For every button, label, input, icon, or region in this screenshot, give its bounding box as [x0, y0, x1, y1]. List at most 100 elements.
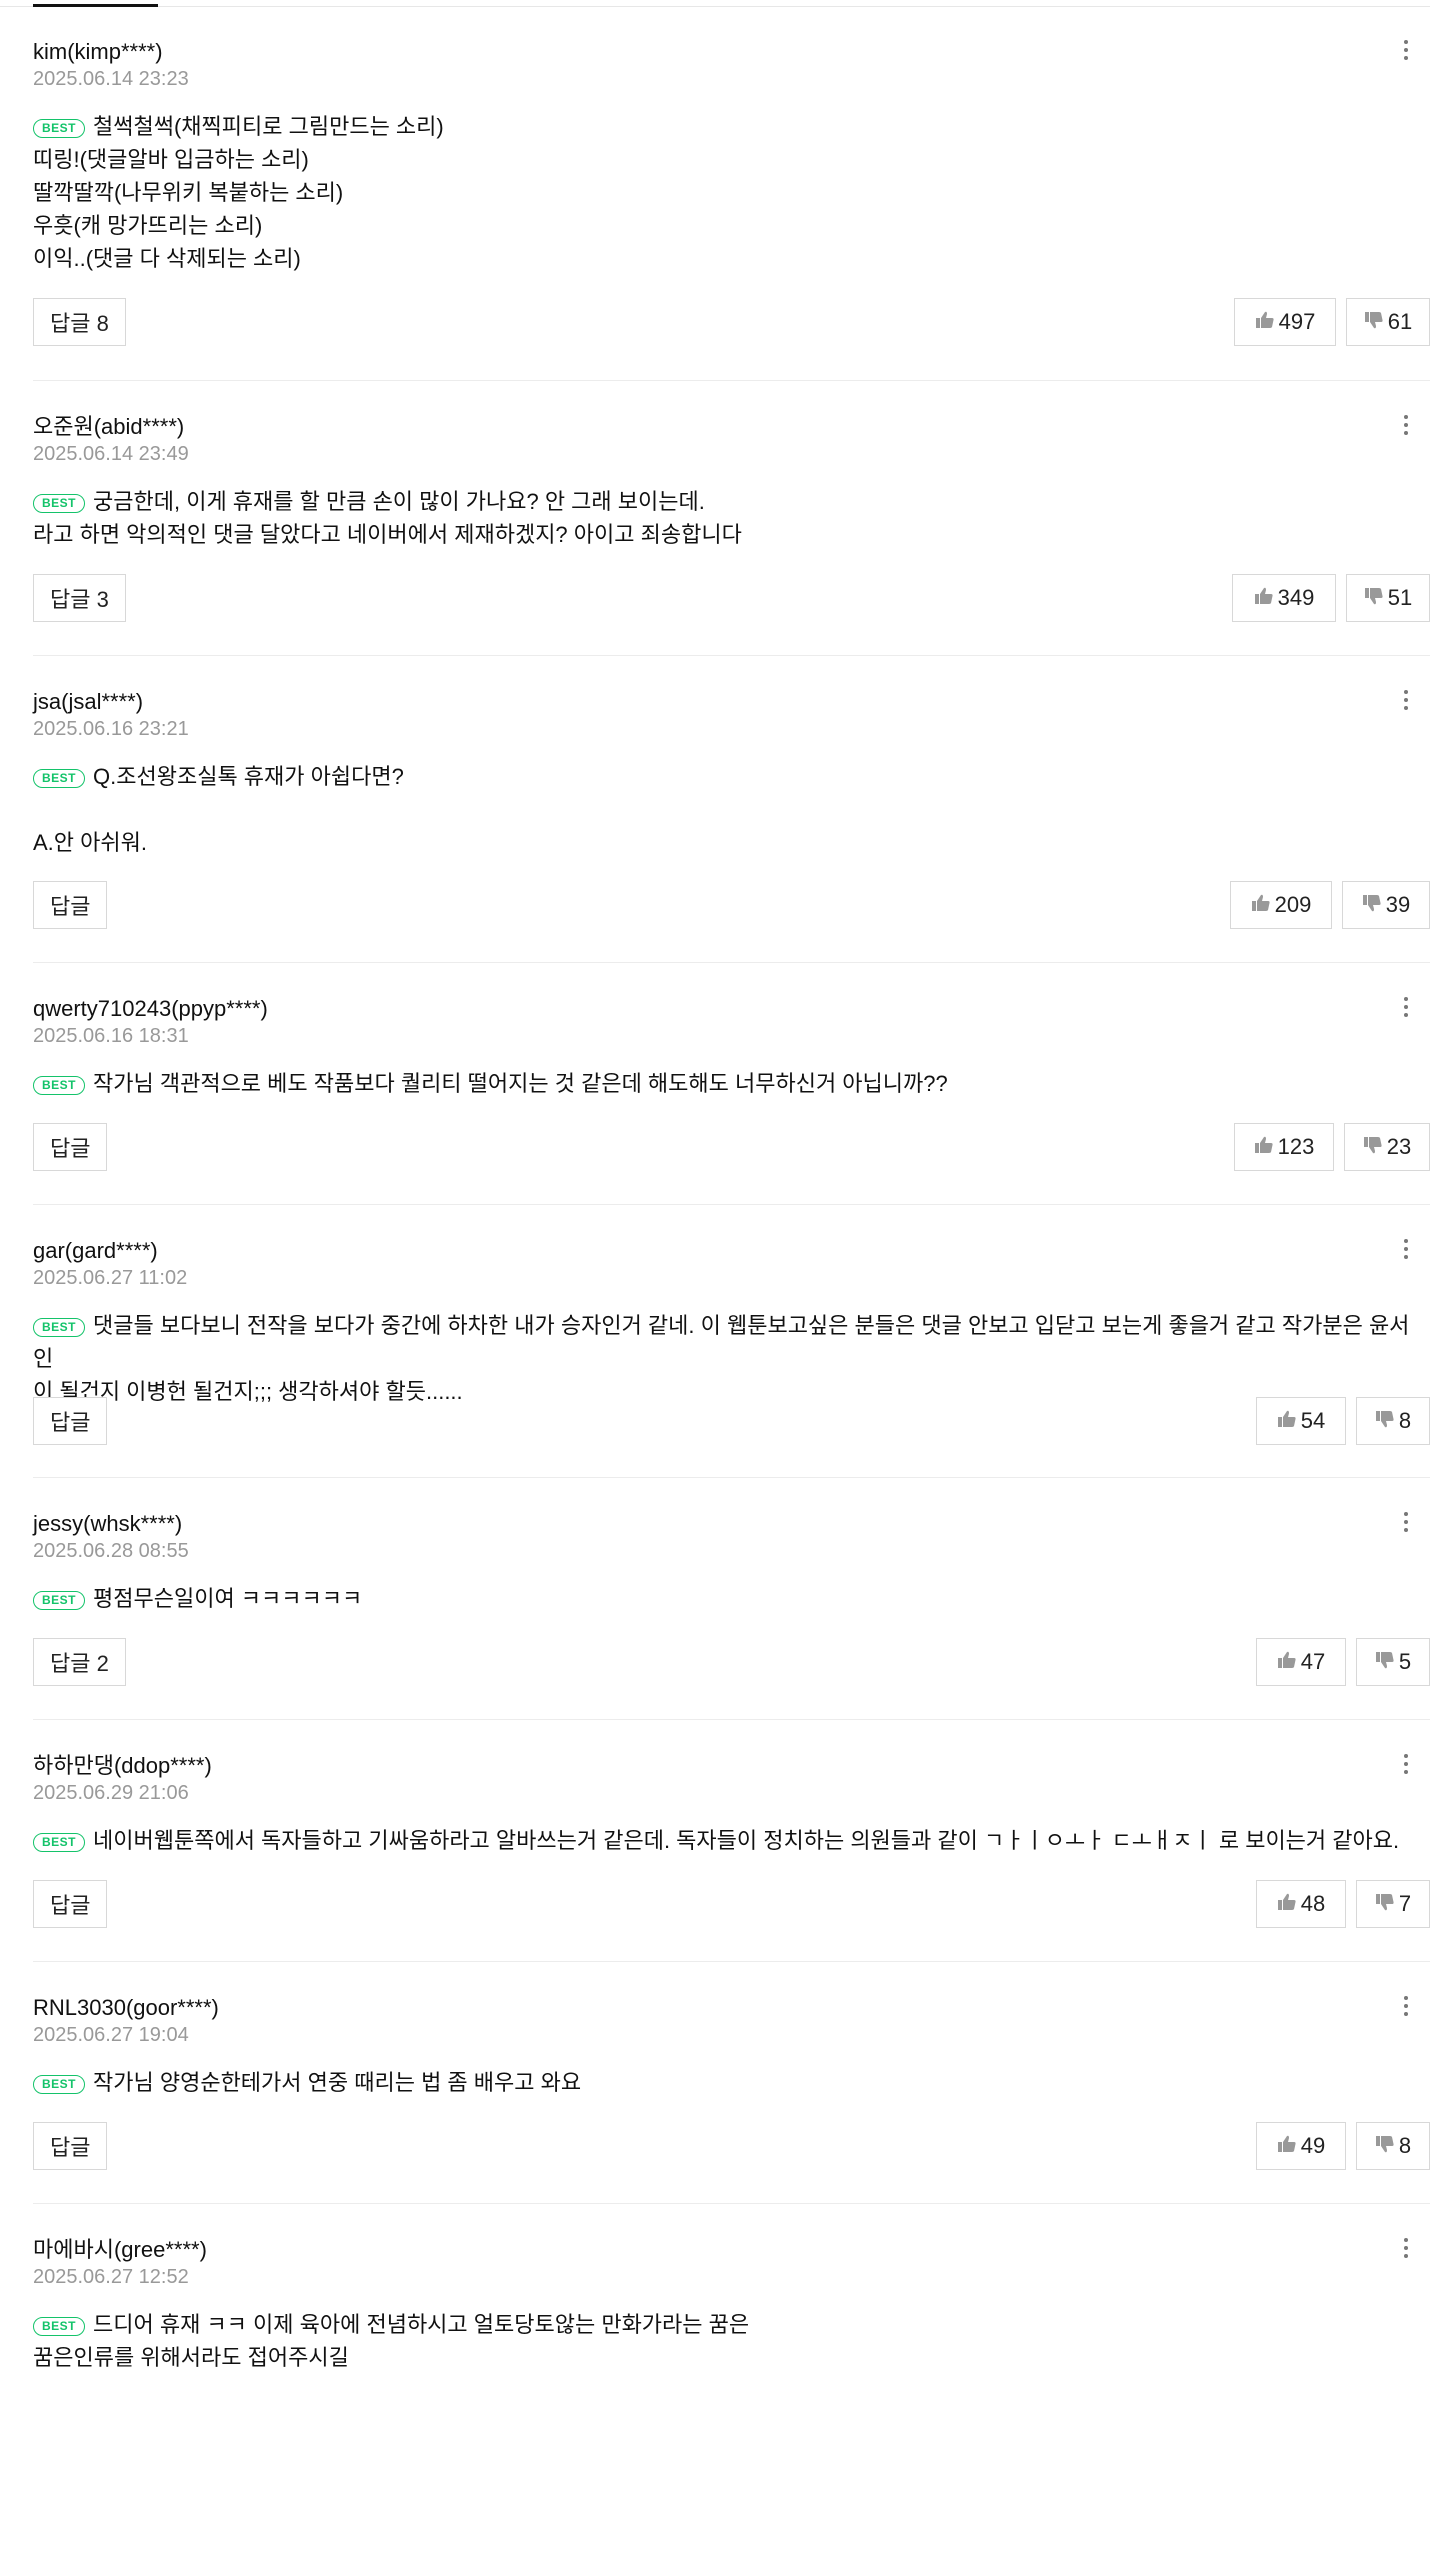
comment-author[interactable]: RNL3030(goor****): [33, 1994, 219, 2022]
comment-date: 2025.06.14 23:49: [33, 443, 189, 465]
comment-date: 2025.06.29 21:06: [33, 1782, 189, 1804]
comment-body: BEST 작가님 객관적으로 베도 작품보다 퀄리티 떨어지는 것 같은데 해도해…: [33, 1067, 1423, 1100]
dislike-count: 8: [1398, 2133, 1412, 2158]
dislike-button[interactable]: 61: [1346, 298, 1430, 346]
reply-button[interactable]: 답글: [33, 1397, 108, 1445]
comment-date: 2025.06.27 11:02: [33, 1267, 188, 1289]
comment-text: Q.조선왕조실톡 휴재가 아쉽다면? A.안 아쉬워.: [33, 764, 404, 855]
dislike-count: 7: [1398, 1891, 1412, 1916]
comment-author[interactable]: qwerty710243(ppyp****): [33, 995, 268, 1023]
comment-author[interactable]: jessy(whsk****): [33, 1510, 182, 1538]
thumbs-down-icon: [1363, 1134, 1387, 1160]
thumbs-up-icon: [1277, 2133, 1301, 2159]
reply-button[interactable]: 답글: [33, 1123, 108, 1171]
like-button[interactable]: 123: [1234, 1123, 1334, 1171]
like-button[interactable]: 49: [1256, 2122, 1346, 2170]
more-options-icon[interactable]: [1394, 993, 1418, 1023]
more-options-icon[interactable]: [1394, 2234, 1418, 2264]
reply-button[interactable]: 답글: [33, 1880, 108, 1928]
like-count: 54: [1300, 1408, 1326, 1433]
dislike-button[interactable]: 39: [1342, 881, 1430, 929]
comment-body: BEST 댓글들 보다보니 전작을 보다가 중간에 하차한 내가 승자인거 같네.…: [33, 1309, 1423, 1408]
comment-date: 2025.06.27 19:04: [33, 2024, 189, 2046]
dislike-button[interactable]: 8: [1356, 2122, 1430, 2170]
like-button[interactable]: 497: [1234, 298, 1336, 346]
more-options-icon[interactable]: [1394, 1235, 1418, 1265]
best-badge: BEST: [33, 1318, 86, 1337]
like-count: 48: [1300, 1891, 1326, 1916]
best-badge: BEST: [33, 494, 86, 513]
reply-button[interactable]: 답글: [33, 2122, 108, 2170]
comment-divider: [33, 1204, 1430, 1205]
like-button[interactable]: 349: [1232, 574, 1336, 622]
thumbs-down-icon: [1362, 892, 1386, 918]
comment-body: BEST 작가님 양영순한테가서 연중 때리는 법 좀 배우고 와요: [33, 2066, 1423, 2099]
thumbs-down-icon: [1364, 585, 1388, 611]
more-options-icon[interactable]: [1394, 411, 1418, 441]
dislike-count: 5: [1398, 1649, 1412, 1674]
comment-author[interactable]: gar(gard****): [33, 1237, 158, 1265]
comment-author[interactable]: 오준원(abid****): [33, 413, 184, 441]
thumbs-down-icon: [1375, 1649, 1399, 1675]
like-count: 349: [1277, 585, 1315, 610]
comment-body: BEST 드디어 휴재 ㅋㅋ 이제 육아에 전념하시고 얼토당토않는 만화가라는 …: [33, 2308, 1423, 2374]
thumbs-up-icon: [1254, 585, 1278, 611]
comment-author[interactable]: 하하만댕(ddop****): [33, 1752, 212, 1780]
comment-author[interactable]: kim(kimp****): [33, 38, 163, 66]
reply-button[interactable]: 답글: [33, 881, 108, 929]
dislike-button[interactable]: 5: [1356, 1638, 1430, 1686]
thumbs-up-icon: [1277, 1649, 1301, 1675]
comment-divider: [33, 2203, 1430, 2204]
reply-button[interactable]: 답글 2: [33, 1638, 126, 1686]
more-options-icon[interactable]: [1394, 1992, 1418, 2022]
dislike-count: 39: [1385, 892, 1411, 917]
comment-divider: [33, 1477, 1430, 1478]
thumbs-down-icon: [1375, 1408, 1399, 1434]
comment-text: 작가님 객관적으로 베도 작품보다 퀄리티 떨어지는 것 같은데 해도해도 너무…: [93, 1071, 948, 1096]
comment-body: BEST 궁금한데, 이게 휴재를 할 만큼 손이 많이 가나요? 안 그래 보이…: [33, 485, 1423, 551]
comment-body: BEST Q.조선왕조실톡 휴재가 아쉽다면? A.안 아쉬워.: [33, 760, 1423, 859]
comment-divider: [33, 380, 1430, 381]
comment-text: 궁금한데, 이게 휴재를 할 만큼 손이 많이 가나요? 안 그래 보이는데. …: [33, 489, 742, 547]
more-options-icon[interactable]: [1394, 1750, 1418, 1780]
dislike-count: 61: [1387, 309, 1413, 334]
more-options-icon[interactable]: [1394, 36, 1418, 66]
like-button[interactable]: 54: [1256, 1397, 1346, 1445]
dislike-count: 8: [1398, 1408, 1412, 1433]
tab-underline: [0, 0, 1446, 8]
like-count: 47: [1300, 1649, 1326, 1674]
like-count: 123: [1277, 1134, 1315, 1159]
comment-body: BEST 철썩철썩(채찍피티로 그림만드는 소리) 띠링!(댓글알바 입금하는 소…: [33, 110, 1423, 275]
more-options-icon[interactable]: [1394, 686, 1418, 716]
like-count: 497: [1278, 309, 1316, 334]
thumbs-up-icon: [1254, 1134, 1278, 1160]
comment-date: 2025.06.28 08:55: [33, 1540, 189, 1562]
dislike-button[interactable]: 23: [1344, 1123, 1430, 1171]
like-count: 209: [1274, 892, 1312, 917]
dislike-button[interactable]: 7: [1356, 1880, 1430, 1928]
comment-divider: [33, 1719, 1430, 1720]
comment-text: 평점무슨일이여 ㅋㅋㅋㅋㅋㅋ: [93, 1586, 363, 1611]
comment-item: jsa(jsal****) 2025.06.16 23:21 BEST Q.조선왕조실…: [33, 688, 1430, 1018]
active-tab-indicator: [33, 4, 158, 7]
comment-date: 2025.06.16 23:21: [33, 718, 189, 740]
dislike-button[interactable]: 8: [1356, 1397, 1430, 1445]
thumbs-up-icon: [1277, 1891, 1301, 1917]
comment-text: 철썩철썩(채찍피티로 그림만드는 소리) 띠링!(댓글알바 입금하는 소리) 딸…: [33, 114, 444, 271]
like-button[interactable]: 47: [1256, 1638, 1346, 1686]
best-badge: BEST: [33, 1591, 86, 1610]
comment-author[interactable]: 마에바시(gree****): [33, 2236, 207, 2264]
comment-author[interactable]: jsa(jsal****): [33, 688, 143, 716]
reply-button[interactable]: 답글 8: [33, 298, 126, 346]
thumbs-down-icon: [1375, 2133, 1399, 2159]
thumbs-down-icon: [1375, 1891, 1399, 1917]
like-button[interactable]: 48: [1256, 1880, 1346, 1928]
comment-item: 마에바시(gree****) 2025.06.27 12:52 BEST 드디어 휴재…: [33, 2236, 1430, 2566]
thumbs-up-icon: [1277, 1408, 1301, 1434]
best-badge: BEST: [33, 1833, 86, 1852]
reply-button[interactable]: 답글 3: [33, 574, 126, 622]
like-button[interactable]: 209: [1230, 881, 1332, 929]
dislike-button[interactable]: 51: [1346, 574, 1430, 622]
best-badge: BEST: [33, 2075, 86, 2094]
more-options-icon[interactable]: [1394, 1508, 1418, 1538]
